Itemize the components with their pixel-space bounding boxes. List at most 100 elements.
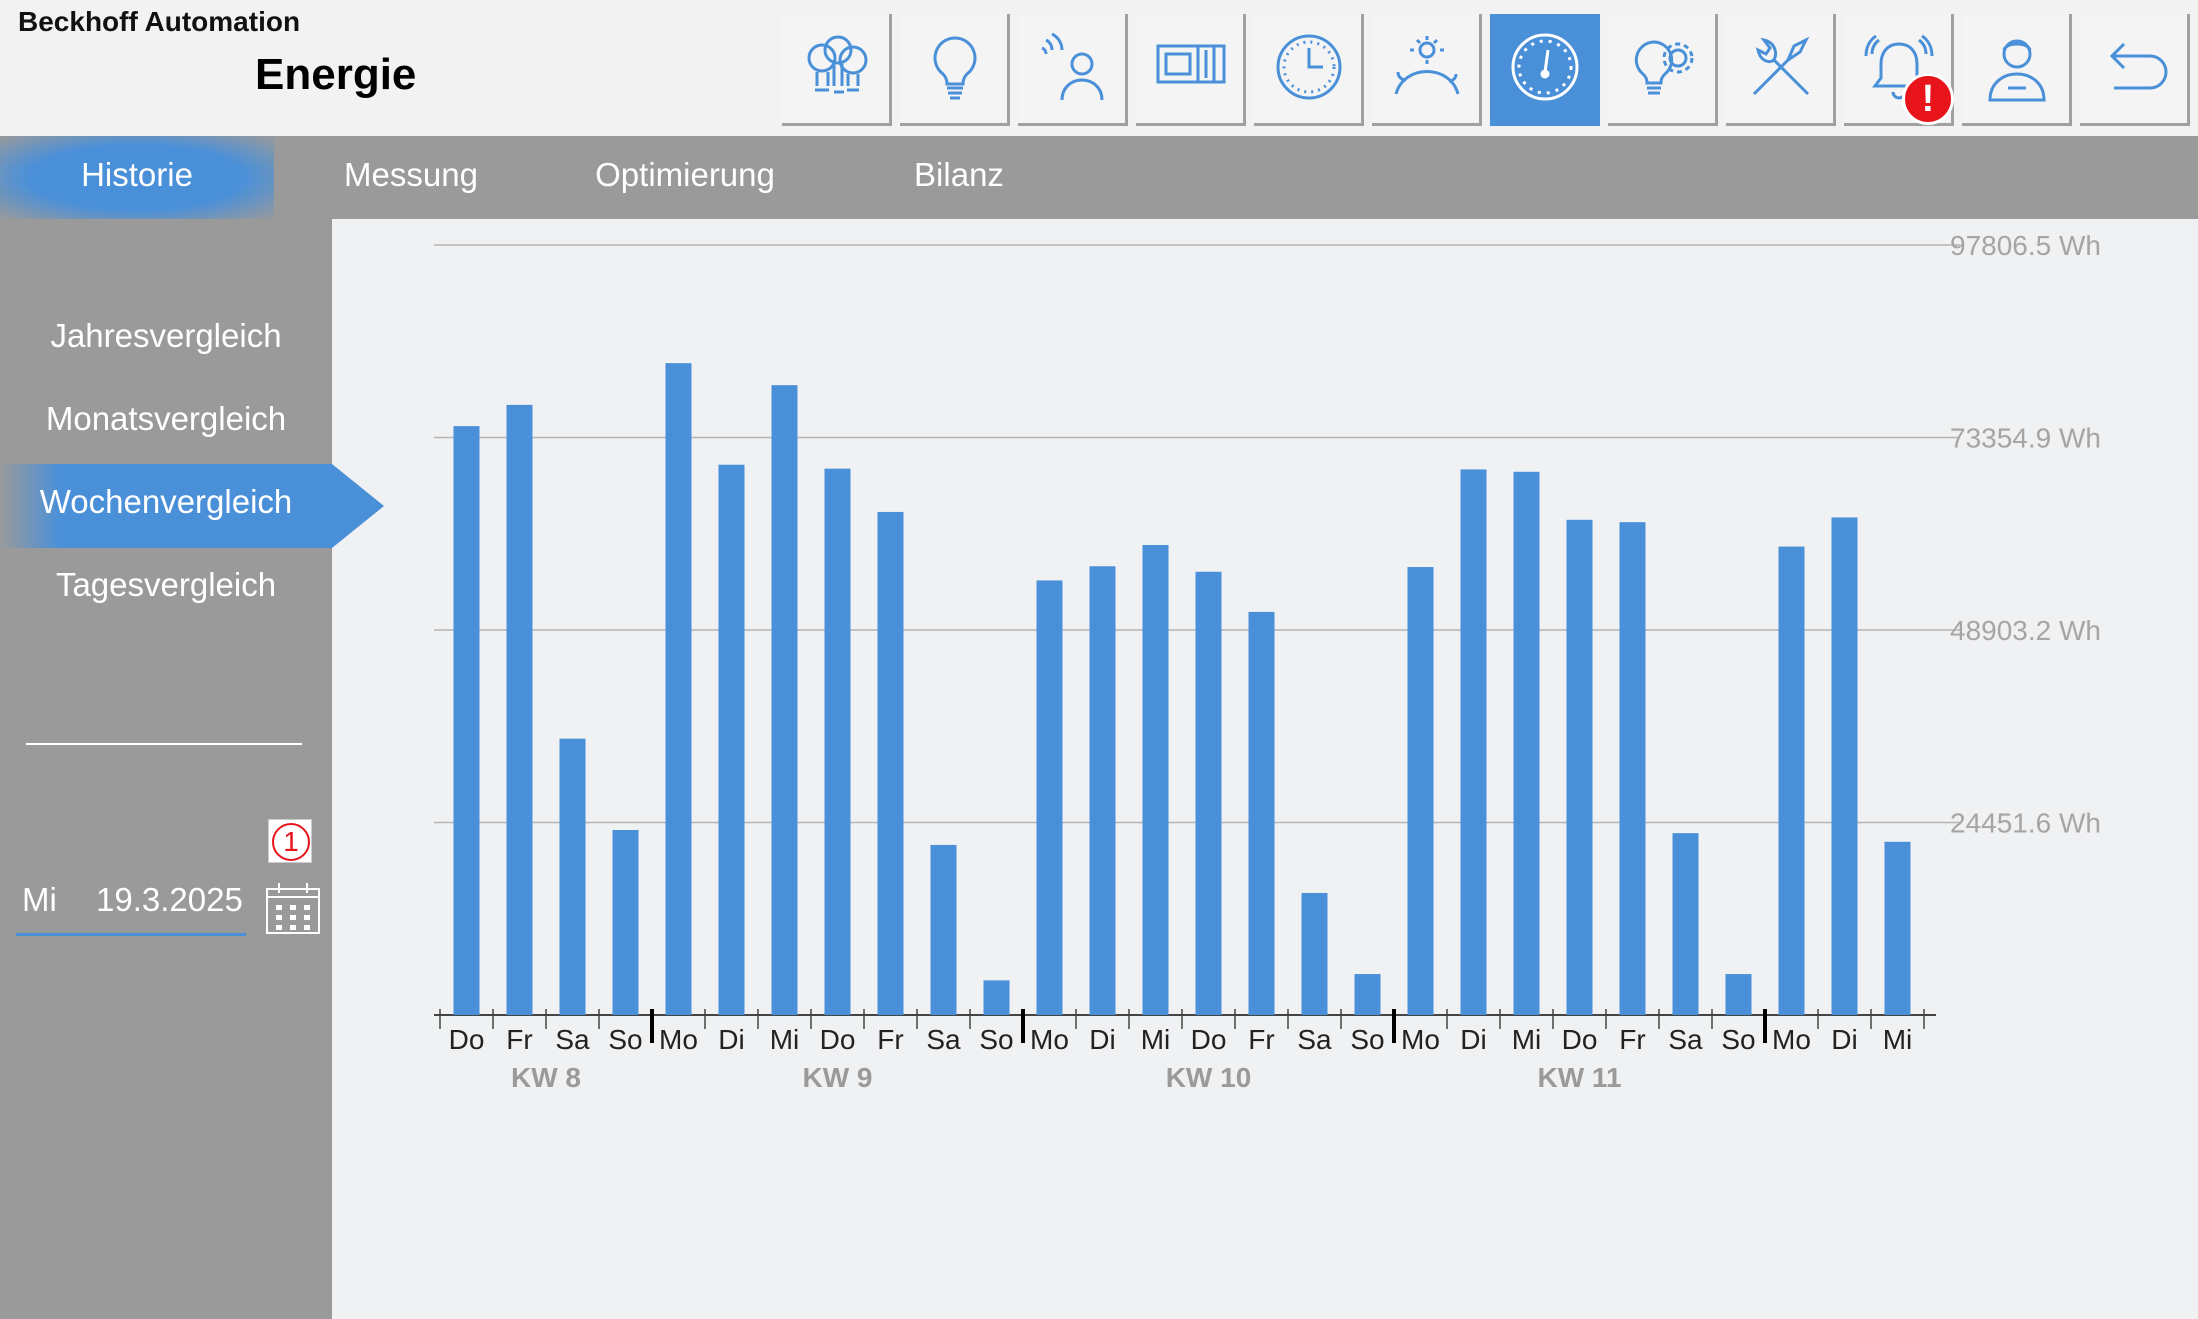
user-icon: [1988, 39, 2046, 102]
lamps-button[interactable]: [782, 14, 892, 126]
day-night-button[interactable]: [1372, 14, 1482, 126]
app-header: Beckhoff Automation Energie !: [0, 0, 2198, 136]
x-tick-label: Mo: [1772, 1024, 1811, 1055]
service-button[interactable]: [1726, 14, 1836, 126]
presence-button[interactable]: [1018, 14, 1128, 126]
tools-icon: [1752, 36, 1810, 96]
bar: [930, 844, 957, 1015]
tab-bilanz[interactable]: Bilanz: [822, 136, 1096, 219]
x-tick-label: Mi: [1883, 1024, 1913, 1055]
back-arrow-icon: [2109, 42, 2168, 90]
bar: [1513, 471, 1540, 1016]
bar: [824, 468, 851, 1015]
light-button[interactable]: [900, 14, 1010, 126]
energy-button[interactable]: [1490, 14, 1600, 126]
user-button[interactable]: [1962, 14, 2072, 126]
automation-button[interactable]: [1608, 14, 1718, 126]
x-tick-label: Fr: [506, 1024, 532, 1055]
date-input[interactable]: 19.3.2025: [96, 881, 243, 919]
bar: [1142, 545, 1169, 1015]
bar: [1301, 892, 1328, 1015]
bulb-icon: [933, 36, 977, 100]
x-tick-label: Fr: [1248, 1024, 1274, 1055]
y-tick-label: 24451.6 Wh: [1950, 808, 2101, 839]
bar: [1354, 974, 1381, 1015]
x-tick-label: Di: [718, 1024, 744, 1055]
sidebar: Jahresvergleich Monatsvergleich Wochenve…: [0, 219, 384, 1319]
x-tick-label: Do: [1191, 1024, 1227, 1055]
blinds-icon: [1156, 44, 1226, 84]
bar: [559, 738, 586, 1015]
step-badge: 1: [268, 819, 312, 863]
sidebar-item-monatsvergleich[interactable]: Monatsvergleich: [0, 400, 332, 438]
tab-messung[interactable]: Messung: [274, 136, 548, 219]
bar: [983, 980, 1010, 1015]
tab-optimierung[interactable]: Optimierung: [548, 136, 822, 219]
y-tick-label: 73354.9 Wh: [1950, 422, 2101, 453]
page-title: Energie: [255, 50, 417, 99]
blinds-button[interactable]: [1136, 14, 1246, 126]
bar: [612, 829, 639, 1015]
x-tick-label: Mo: [1030, 1024, 1069, 1055]
bar: [1778, 546, 1805, 1015]
tab-bar: Historie Messung Optimierung Bilanz: [0, 136, 2198, 219]
alarm-alert-badge: !: [1902, 73, 1954, 125]
date-input-underline: [16, 933, 246, 936]
bar: [1248, 611, 1275, 1015]
x-tick-label: Fr: [877, 1024, 903, 1055]
bar: [1036, 580, 1063, 1015]
bulb-gear-icon: [1634, 40, 1694, 95]
x-tick-label: So: [1721, 1024, 1755, 1055]
weekly-energy-chart: 24451.6 Wh 48903.2 Wh 73354.9 Wh 97806.5 Wh…: [434, 230, 2101, 1093]
sidebar-item-wochenvergleich[interactable]: Wochenvergleich: [0, 483, 332, 521]
x-tick-label: Mo: [659, 1024, 698, 1055]
sidebar-divider: [26, 743, 302, 745]
x-tick-label: Mo: [1401, 1024, 1440, 1055]
clock-icon: [1276, 34, 1342, 100]
gauge-icon: [1511, 33, 1579, 101]
bar: [1089, 566, 1116, 1015]
x-tick-label: Do: [449, 1024, 485, 1055]
x-tick-label: Di: [1831, 1024, 1857, 1055]
x-tick-label: Di: [1460, 1024, 1486, 1055]
x-tick-label: Di: [1089, 1024, 1115, 1055]
x-tick-label: Sa: [1668, 1024, 1703, 1055]
x-tick-label: Sa: [555, 1024, 590, 1055]
date-weekday: Mi: [22, 881, 57, 918]
bar: [1566, 519, 1593, 1015]
presence-sensor-icon: [1041, 32, 1104, 101]
bar: [506, 404, 533, 1016]
back-button[interactable]: [2080, 14, 2190, 126]
week-label: KW 11: [1537, 1062, 1621, 1093]
x-tick-label: Mi: [1141, 1024, 1171, 1055]
sidebar-item-tagesvergleich[interactable]: Tagesvergleich: [0, 566, 332, 604]
calendar-icon[interactable]: [264, 879, 322, 937]
bar: [1407, 567, 1434, 1015]
timer-button[interactable]: [1254, 14, 1364, 126]
tab-historie[interactable]: Historie: [0, 136, 274, 219]
x-tick-label: Mi: [1512, 1024, 1542, 1055]
company-name: Beckhoff Automation: [18, 6, 301, 37]
bar: [1831, 517, 1858, 1015]
bar: [771, 385, 798, 1015]
sidebar-item-jahresvergleich[interactable]: Jahresvergleich: [0, 317, 332, 355]
x-tick-label: Sa: [1297, 1024, 1332, 1055]
bar: [1460, 469, 1487, 1016]
lamps-icon: [807, 35, 868, 94]
bar: [1672, 833, 1699, 1015]
x-tick-label: Fr: [1619, 1024, 1645, 1055]
bar: [1884, 841, 1911, 1015]
x-tick-label: Sa: [926, 1024, 961, 1055]
week-label: KW 10: [1166, 1062, 1252, 1093]
x-tick-label: Do: [1562, 1024, 1598, 1055]
x-tick-label: So: [1350, 1024, 1384, 1055]
y-tick-label: 97806.5 Wh: [1950, 230, 2101, 261]
week-label: KW 9: [803, 1062, 873, 1093]
bar: [1725, 974, 1752, 1015]
x-tick-label: So: [979, 1024, 1013, 1055]
week-label: KW 8: [511, 1062, 581, 1093]
bar: [1619, 522, 1646, 1015]
bar: [718, 464, 745, 1015]
x-tick-label: Mi: [770, 1024, 800, 1055]
day-night-icon: [1394, 36, 1460, 95]
